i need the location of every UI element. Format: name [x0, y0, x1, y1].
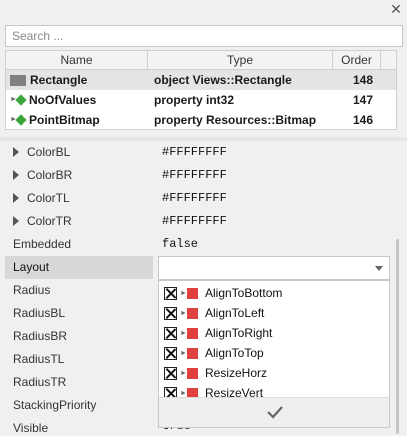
- column-header-name[interactable]: Name: [6, 51, 148, 69]
- visible-value-peek: true: [158, 428, 390, 436]
- expand-arrow-icon: ►: [180, 329, 187, 337]
- property-row-colortr[interactable]: ColorTR #FFFFFFFF: [5, 210, 397, 233]
- dropdown-footer: [159, 397, 389, 427]
- property-name: Radius: [13, 283, 51, 297]
- close-icon[interactable]: ✕: [389, 2, 403, 16]
- expand-arrow-icon: ►: [180, 369, 187, 377]
- layout-options-list: ► AlignToBottom ► AlignToLeft ► AlignToR…: [158, 280, 390, 428]
- property-row-colorbl[interactable]: ColorBL #FFFFFFFF: [5, 141, 397, 164]
- search-input[interactable]: [6, 26, 402, 46]
- flag-icon: [187, 307, 198, 319]
- scrollbar[interactable]: [396, 239, 399, 434]
- checkbox[interactable]: [164, 346, 177, 360]
- property-name: ColorBL: [27, 145, 71, 159]
- flag-icon: [187, 367, 198, 379]
- property-diamond-icon: [15, 94, 27, 106]
- property-name: RadiusTR: [13, 375, 67, 389]
- property-name: Layout: [5, 256, 153, 279]
- property-name: ColorTL: [27, 191, 70, 205]
- property-name: Visible: [13, 421, 49, 435]
- column-header-order[interactable]: Order: [333, 51, 381, 69]
- expand-arrow-icon: ►: [180, 309, 187, 317]
- list-item[interactable]: ► ResizeHorz: [159, 363, 389, 383]
- checkbox[interactable]: [164, 326, 177, 340]
- checkbox[interactable]: [164, 286, 177, 300]
- checkbox[interactable]: [164, 306, 177, 320]
- property-name: RadiusBR: [13, 329, 68, 343]
- list-item[interactable]: ► AlignToLeft: [159, 303, 389, 323]
- member-name: PointBitmap: [29, 113, 100, 127]
- list-item[interactable]: ► AlignToRight: [159, 323, 389, 343]
- property-name: Embedded: [13, 237, 72, 251]
- property-value[interactable]: #FFFFFFFF: [158, 141, 397, 164]
- property-row-embedded[interactable]: Embedded false: [5, 233, 397, 256]
- table-row[interactable]: ► NoOfValues property int32 147: [6, 90, 396, 110]
- search-box[interactable]: [5, 25, 403, 47]
- property-name: StackingPriority: [13, 398, 97, 412]
- property-name: ColorTR: [27, 214, 72, 228]
- member-type: object Views::Rectangle: [154, 73, 292, 87]
- member-name: Rectangle: [30, 73, 88, 87]
- property-grid: ColorBL #FFFFFFFF ColorBR #FFFFFFFF Colo…: [5, 141, 397, 436]
- expand-arrow-icon: ►: [180, 389, 187, 397]
- option-label: AlignToTop: [205, 346, 264, 360]
- column-header-type[interactable]: Type: [148, 51, 333, 69]
- property-value[interactable]: #FFFFFFFF: [158, 164, 397, 187]
- option-label: ResizeHorz: [205, 366, 268, 380]
- rectangle-icon: [10, 74, 26, 86]
- property-value: true: [158, 428, 390, 433]
- property-value[interactable]: false: [158, 233, 397, 256]
- layout-dropdown[interactable]: [158, 256, 390, 280]
- property-name: RadiusBL: [13, 306, 66, 320]
- option-label: AlignToLeft: [205, 306, 265, 320]
- property-row-colortl[interactable]: ColorTL #FFFFFFFF: [5, 187, 397, 210]
- member-order: 147: [352, 93, 373, 107]
- list-item[interactable]: ► AlignToBottom: [159, 283, 389, 303]
- property-name: RadiusTL: [13, 352, 65, 366]
- member-type: property int32: [154, 93, 235, 107]
- members-header: Name Type Order: [6, 51, 396, 70]
- member-order: 148: [352, 73, 373, 87]
- option-label: AlignToRight: [205, 326, 273, 340]
- expand-arrow-icon[interactable]: [13, 192, 19, 203]
- expand-arrow-icon[interactable]: [13, 215, 19, 226]
- member-name: NoOfValues: [29, 93, 97, 107]
- table-row[interactable]: ► PointBitmap property Resources::Bitmap …: [6, 110, 396, 130]
- expand-arrow-icon: ►: [180, 289, 187, 297]
- list-item[interactable]: ► AlignToTop: [159, 343, 389, 363]
- flag-icon: [187, 287, 198, 299]
- table-row[interactable]: Rectangle object Views::Rectangle 148: [6, 70, 396, 90]
- expand-arrow-icon[interactable]: [13, 169, 19, 180]
- expand-arrow-icon[interactable]: [13, 146, 19, 157]
- flag-icon: [187, 347, 198, 359]
- property-value[interactable]: #FFFFFFFF: [158, 210, 397, 233]
- property-diamond-icon: [15, 114, 27, 126]
- chevron-down-icon[interactable]: [375, 266, 383, 271]
- title-bar: ✕: [0, 0, 407, 20]
- checkmark-icon[interactable]: [264, 401, 286, 423]
- property-value[interactable]: #FFFFFFFF: [158, 187, 397, 210]
- property-row-colorbr[interactable]: ColorBR #FFFFFFFF: [5, 164, 397, 187]
- flag-icon: [187, 327, 198, 339]
- option-label: AlignToBottom: [205, 286, 283, 300]
- checkbox[interactable]: [164, 366, 177, 380]
- member-type: property Resources::Bitmap: [154, 113, 317, 127]
- property-name: ColorBR: [27, 168, 73, 182]
- members-table: Name Type Order Rectangle object Views::…: [5, 50, 397, 130]
- member-order: 146: [352, 113, 373, 127]
- expand-arrow-icon: ►: [180, 349, 187, 357]
